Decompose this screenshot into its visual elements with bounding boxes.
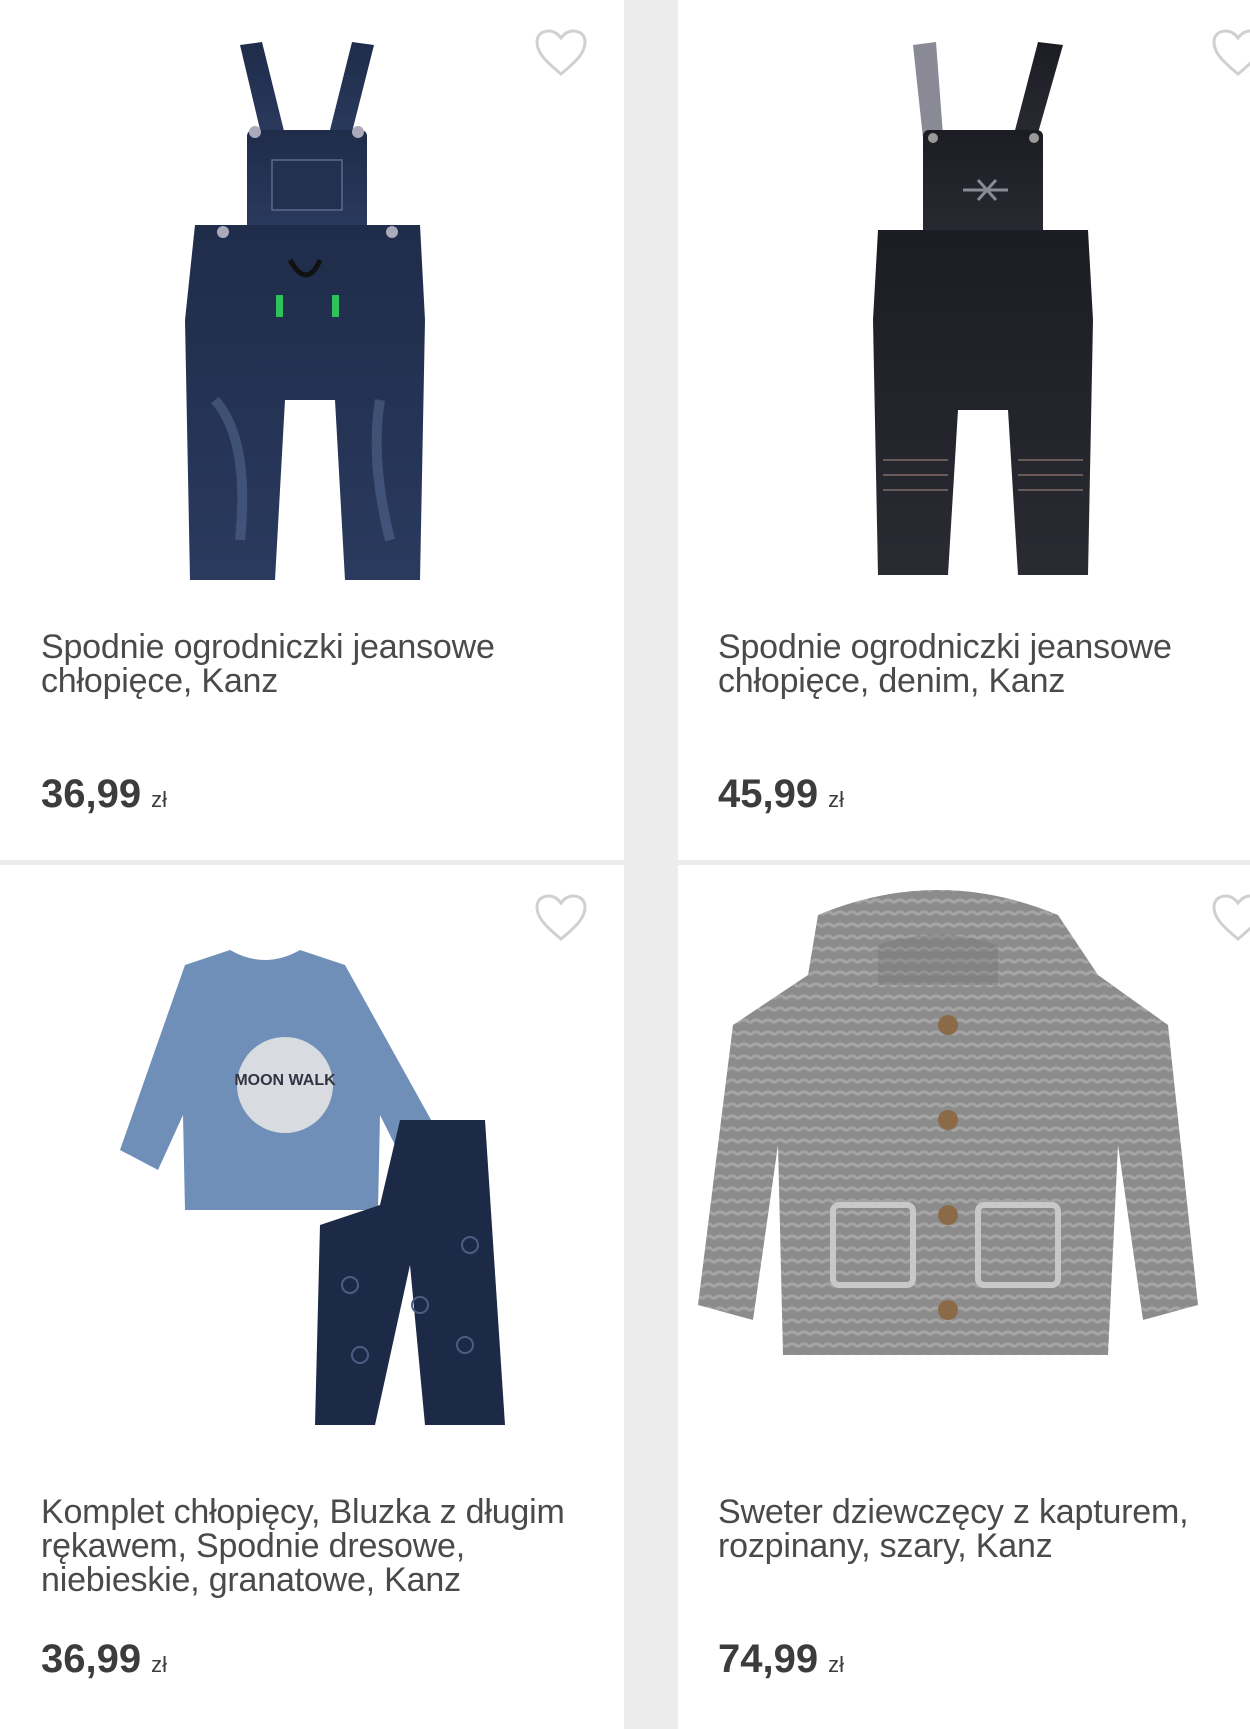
product-image[interactable] [678, 885, 1250, 1455]
currency-label: zł [151, 1652, 167, 1677]
product-card[interactable]: MOON WALK Komplet chłopięcy, Bluzka z dł… [0, 865, 624, 1729]
product-price: 36,99 zł [41, 1637, 167, 1681]
heart-icon[interactable] [534, 893, 588, 943]
product-card[interactable]: Sweter dziewczęcy z kapturem, rozpinany,… [678, 865, 1250, 1729]
currency-label: zł [828, 787, 844, 812]
heart-icon[interactable] [534, 28, 588, 78]
product-card[interactable]: Spodnie ogrodniczki jeansowe chłopięce, … [678, 0, 1250, 860]
product-price: 45,99 zł [718, 772, 844, 816]
product-title[interactable]: Spodnie ogrodniczki jeansowe chłopięce, … [41, 630, 581, 698]
shirt-print-text: MOON WALK [234, 1072, 336, 1089]
currency-label: zł [151, 787, 167, 812]
product-price: 74,99 zł [718, 1637, 844, 1681]
currency-label: zł [828, 1652, 844, 1677]
product-title[interactable]: Spodnie ogrodniczki jeansowe chłopięce, … [718, 630, 1250, 698]
product-image[interactable]: MOON WALK [0, 885, 624, 1455]
product-title[interactable]: Sweter dziewczęcy z kapturem, rozpinany,… [718, 1495, 1250, 1563]
product-image[interactable] [678, 20, 1250, 590]
heart-icon[interactable] [1211, 28, 1250, 78]
product-image[interactable] [0, 20, 624, 590]
product-title[interactable]: Komplet chłopięcy, Bluzka z długim rękaw… [41, 1495, 581, 1597]
heart-icon[interactable] [1211, 893, 1250, 943]
product-card[interactable]: Spodnie ogrodniczki jeansowe chłopięce, … [0, 0, 624, 860]
product-price: 36,99 zł [41, 772, 167, 816]
